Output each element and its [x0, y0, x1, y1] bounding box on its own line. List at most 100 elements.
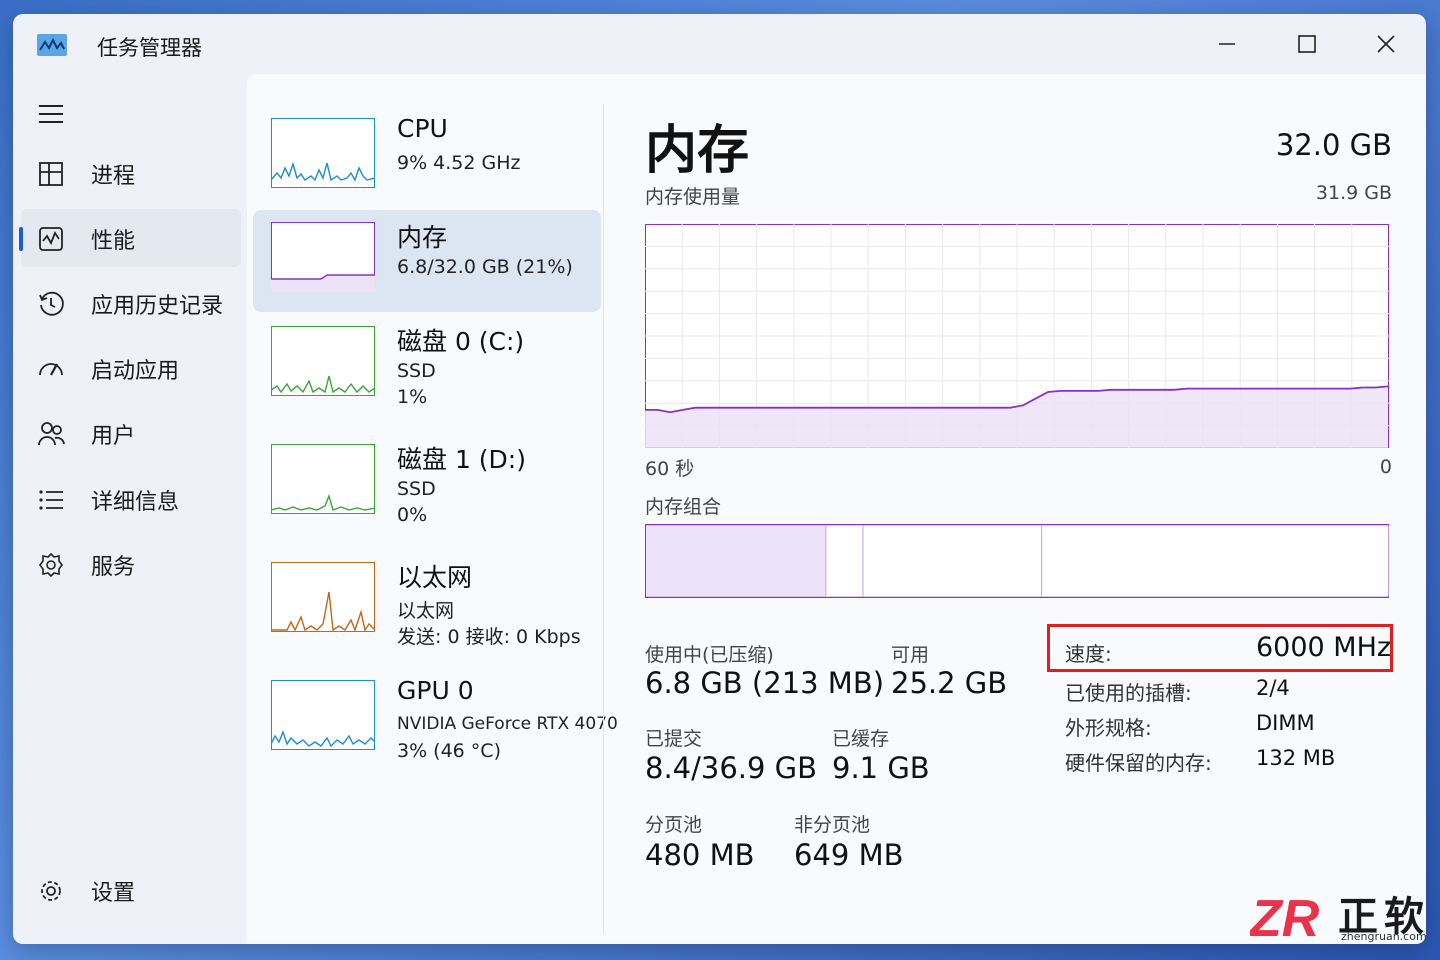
cpu-thumbnail: [271, 118, 375, 188]
sidebar-item-label: 详细信息: [91, 490, 180, 515]
detail-title: 内存: [645, 121, 750, 181]
perf-detail: 以太网: [397, 600, 455, 622]
svg-text:ZR: ZR: [1250, 890, 1320, 942]
cached-label: 已缓存: [832, 728, 890, 750]
perf-name: 内存: [397, 223, 448, 252]
hardware-reserved-value: 132 MB: [1256, 746, 1336, 770]
perf-detail: NVIDIA GeForce RTX 4070: [397, 714, 618, 734]
perf-name: GPU 0: [397, 676, 474, 705]
hardware-reserved-label: 硬件保留的内存:: [1065, 751, 1212, 775]
composition-label: 内存组合: [645, 496, 722, 518]
perf-detail-2: 0%: [397, 504, 428, 526]
perf-item-disk1[interactable]: 磁盘 1 (D:) SSD 0%: [253, 432, 601, 534]
nonpaged-pool-label: 非分页池: [794, 814, 871, 836]
sidebar-item-label: 应用历史记录: [91, 294, 224, 319]
gpu0-thumbnail: [271, 680, 375, 750]
slots-value: 2/4: [1256, 676, 1290, 700]
speed-label: 速度:: [1065, 642, 1112, 666]
disk1-thumbnail: [271, 444, 375, 514]
form-factor-value: DIMM: [1256, 711, 1315, 735]
close-button[interactable]: [1356, 24, 1416, 64]
sidebar-item-processes[interactable]: 进程: [21, 144, 241, 202]
usage-label: 内存使用量: [645, 186, 741, 208]
processes-icon: [39, 162, 63, 186]
committed-label: 已提交: [645, 728, 703, 750]
ethernet-thumbnail: [271, 562, 375, 632]
sidebar-item-details[interactable]: 详细信息: [21, 470, 241, 528]
sidebar-item-performance[interactable]: 性能: [19, 209, 241, 267]
sidebar-item-settings[interactable]: 设置: [21, 861, 241, 919]
gear-icon: [41, 881, 61, 901]
perf-name: 磁盘 1 (D:): [397, 445, 526, 474]
hamburger-menu-icon[interactable]: [35, 102, 67, 126]
perf-item-disk0[interactable]: 磁盘 0 (C:) SSD 1%: [253, 314, 601, 416]
perf-detail: 6.8/32.0 GB (21%): [397, 256, 573, 278]
perf-detail-2: 1%: [397, 386, 428, 408]
minimize-button[interactable]: [1197, 24, 1257, 64]
composition-segment-modified: [826, 525, 863, 597]
paged-pool-value: 480 MB: [645, 838, 755, 872]
active-indicator: [19, 227, 23, 251]
sidebar-nav: 进程 性能 应用历史记录 启动应用 用户 详细信息 服务 设置: [13, 74, 247, 944]
title-bar: 任务管理器: [13, 14, 1426, 74]
perf-name: CPU: [397, 114, 448, 143]
paged-pool-label: 分页池: [645, 814, 703, 836]
graph-axis-right: 0: [1379, 456, 1392, 478]
slots-label: 已使用的插槽:: [1065, 681, 1192, 705]
committed-value: 8.4/36.9 GB: [645, 751, 818, 785]
history-icon: [39, 291, 64, 316]
content-panel: CPU 9% 4.52 GHz 内存 6.8/32.0 GB (21%) 磁盘 …: [247, 74, 1426, 944]
perf-item-gpu0[interactable]: GPU 0 NVIDIA GeForce RTX 4070 3% (46 °C): [253, 668, 618, 770]
memory-total: 32.0 GB: [1275, 128, 1392, 162]
minimize-icon: [1219, 43, 1235, 45]
maximize-button[interactable]: [1277, 24, 1337, 64]
maximize-icon: [1298, 35, 1316, 53]
in-use-label: 使用中(已压缩): [645, 644, 774, 666]
cached-value: 9.1 GB: [832, 751, 930, 785]
perf-name: 以太网: [397, 563, 473, 592]
perf-name: 磁盘 0 (C:): [397, 327, 525, 356]
available-value: 25.2 GB: [891, 666, 1008, 700]
task-manager-app-icon: [37, 34, 67, 56]
watermark-logo: ZR: [1250, 890, 1320, 942]
sidebar-item-label: 进程: [91, 164, 136, 189]
users-icon: [38, 422, 65, 446]
perf-detail: SSD: [397, 478, 436, 500]
perf-item-ethernet[interactable]: 以太网 以太网 发送: 0 接收: 0 Kbps: [253, 550, 601, 652]
graph-axis-left: 60 秒: [645, 458, 695, 480]
perf-item-memory[interactable]: 内存 6.8/32.0 GB (21%): [253, 210, 601, 312]
available-label: 可用: [891, 644, 930, 666]
task-manager-window: 任务管理器 进程 性能 应用历史记录 启动应用 用户 详细信息 服务 设置 CP…: [13, 14, 1426, 944]
performance-icon: [39, 227, 63, 251]
sidebar-item-label: 服务: [91, 555, 136, 580]
sidebar-item-app-history[interactable]: 应用历史记录: [21, 274, 241, 332]
nonpaged-pool-value: 649 MB: [794, 838, 904, 872]
startup-icon: [39, 363, 63, 376]
perf-detail-2: 发送: 0 接收: 0 Kbps: [397, 626, 581, 648]
composition-segment-free: [1042, 525, 1389, 597]
perf-item-cpu[interactable]: CPU 9% 4.52 GHz: [253, 106, 601, 208]
sidebar-item-startup[interactable]: 启动应用: [21, 339, 241, 397]
watermark-url: zhengruan.com: [1341, 930, 1427, 943]
usage-max: 31.9 GB: [1315, 182, 1392, 204]
panel-divider: [603, 104, 604, 934]
sidebar-item-label: 设置: [91, 881, 136, 906]
services-icon: [39, 552, 63, 578]
sidebar-item-users[interactable]: 用户: [21, 404, 241, 462]
composition-segment-in_use: [646, 525, 826, 597]
sidebar-item-label: 启动应用: [91, 359, 180, 384]
memory-thumbnail: [271, 222, 375, 292]
sidebar-item-label: 用户: [91, 424, 136, 449]
sidebar-item-label: 性能: [91, 229, 136, 254]
window-title: 任务管理器: [97, 36, 202, 60]
memory-usage-graph: [645, 224, 1389, 448]
perf-detail-2: 3% (46 °C): [397, 740, 501, 762]
speed-value: 6000 MHz: [1256, 632, 1392, 663]
in-use-value: 6.8 GB (213 MB): [645, 666, 885, 700]
perf-detail: 9% 4.52 GHz: [397, 152, 521, 174]
sidebar-item-services[interactable]: 服务: [21, 535, 241, 593]
perf-detail: SSD: [397, 360, 436, 382]
memory-composition-bar: [645, 524, 1389, 598]
composition-segment-standby: [863, 525, 1042, 597]
close-icon: [1377, 35, 1395, 53]
